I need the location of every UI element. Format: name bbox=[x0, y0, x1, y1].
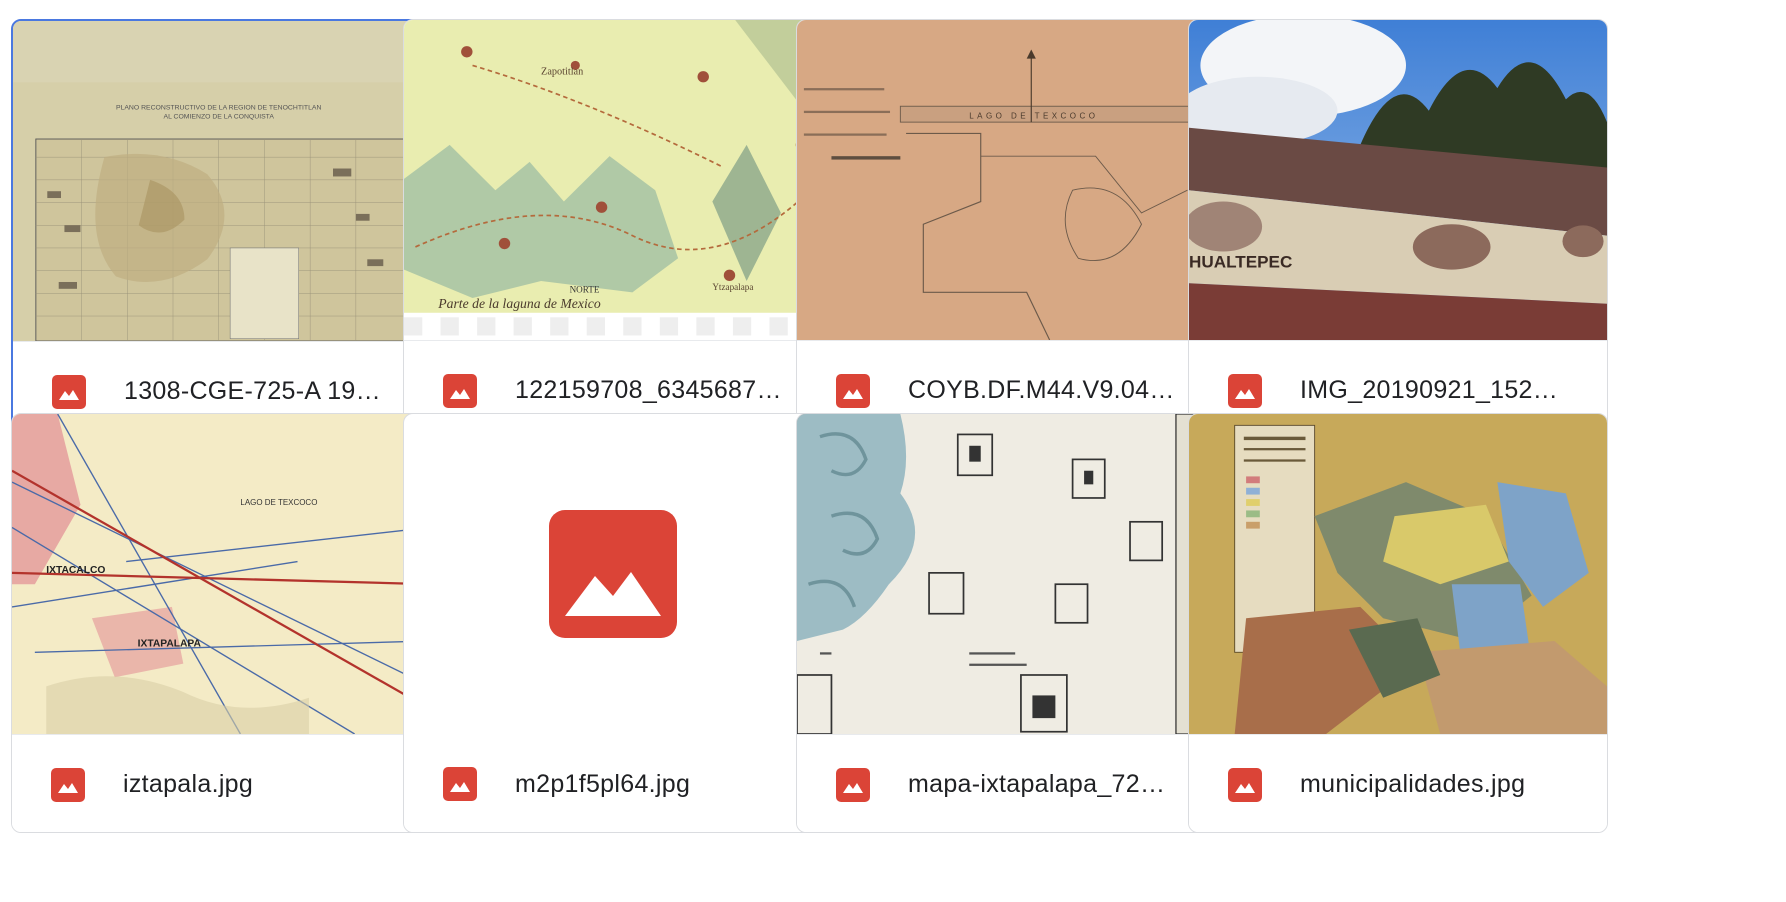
file-card[interactable]: mapa-ixtapalapa_720 … bbox=[796, 413, 1216, 833]
image-file-icon bbox=[1228, 373, 1262, 408]
thumb-caption-1: PLANO RECONSTRUCTIVO DE LA REGION DE TEN… bbox=[116, 105, 322, 112]
thumb-caption-4: Ytzapalapa bbox=[712, 282, 753, 292]
file-name: 122159708_6345687… bbox=[515, 376, 782, 404]
file-name: iztapala.jpg bbox=[123, 770, 254, 798]
image-file-icon bbox=[52, 374, 86, 409]
file-name: municipalidades.jpg bbox=[1300, 770, 1526, 798]
file-name: 1308-CGE-725-A 196… bbox=[124, 377, 394, 405]
image-file-icon bbox=[443, 767, 477, 801]
map-thumbnail: LAGO DE TEXCOCO bbox=[797, 20, 1215, 340]
file-footer: iztapala.jpg bbox=[12, 734, 430, 832]
thumb-caption-2: Parte de la laguna de Mexico bbox=[437, 296, 601, 311]
thumb-caption-2: AL COMIENZO DE LA CONQUISTA bbox=[164, 114, 275, 121]
file-thumbnail bbox=[797, 414, 1215, 734]
file-thumbnail: PLANO RECONSTRUCTIVO DE LA REGION DE TEN… bbox=[13, 21, 429, 341]
image-placeholder-icon bbox=[549, 510, 677, 638]
file-name: IMG_20190921_1529… bbox=[1300, 376, 1570, 404]
file-footer: municipalidades.jpg bbox=[1189, 734, 1607, 832]
image-file-icon bbox=[836, 373, 870, 408]
file-card[interactable]: m2p1f5pl64.jpg bbox=[403, 413, 823, 833]
map-thumbnail: Zapotitlan NORTE Parte de la laguna de M… bbox=[404, 20, 822, 340]
map-thumbnail: IXTACALCO IXTAPALAPA LAGO DE TEXCOCO bbox=[12, 414, 430, 734]
file-card[interactable]: LAGO DE TEXCOCO COYB.DF.M44.V9.049… bbox=[796, 19, 1216, 439]
thumb-caption-2: IXTAPALAPA bbox=[138, 639, 202, 650]
file-footer: m2p1f5pl64.jpg bbox=[404, 734, 822, 832]
file-card[interactable]: IXTACALCO IXTAPALAPA LAGO DE TEXCOCO izt… bbox=[11, 413, 431, 833]
thumb-caption-3: NORTE bbox=[570, 284, 600, 294]
file-thumbnail: Zapotitlan NORTE Parte de la laguna de M… bbox=[404, 20, 822, 340]
file-thumbnail: HUALTEPEC bbox=[1189, 20, 1607, 340]
photo-thumbnail: HUALTEPEC bbox=[1189, 20, 1607, 340]
file-thumbnail bbox=[404, 414, 822, 734]
file-footer: mapa-ixtapalapa_720 … bbox=[797, 734, 1215, 832]
thumb-caption-3: LAGO DE TEXCOCO bbox=[240, 498, 317, 507]
file-card[interactable]: HUALTEPEC IMG_20190921_1529… bbox=[1188, 19, 1608, 439]
map-thumbnail: PLANO RECONSTRUCTIVO DE LA REGION DE TEN… bbox=[13, 21, 429, 341]
file-card[interactable]: municipalidades.jpg bbox=[1188, 413, 1608, 833]
map-thumbnail bbox=[1189, 414, 1607, 734]
file-name: COYB.DF.M44.V9.049… bbox=[908, 376, 1178, 404]
thumb-caption-1: HUALTEPEC bbox=[1189, 252, 1292, 271]
file-name: m2p1f5pl64.jpg bbox=[515, 769, 691, 798]
thumb-caption-1: Zapotitlan bbox=[541, 66, 583, 77]
file-thumbnail: LAGO DE TEXCOCO bbox=[797, 20, 1215, 340]
file-grid: PLANO RECONSTRUCTIVO DE LA REGION DE TEN… bbox=[0, 0, 1786, 902]
image-file-icon bbox=[51, 767, 85, 802]
image-file-icon bbox=[443, 373, 477, 408]
file-card[interactable]: PLANO RECONSTRUCTIVO DE LA REGION DE TEN… bbox=[11, 19, 431, 439]
file-name: mapa-ixtapalapa_720 … bbox=[908, 770, 1178, 798]
codex-thumbnail bbox=[797, 414, 1215, 734]
thumb-caption-1: IXTACALCO bbox=[46, 565, 105, 576]
image-file-icon bbox=[1228, 767, 1262, 802]
image-file-icon bbox=[836, 767, 870, 802]
file-thumbnail: IXTACALCO IXTAPALAPA LAGO DE TEXCOCO bbox=[12, 414, 430, 734]
thumb-caption-1: LAGO DE TEXCOCO bbox=[969, 112, 1098, 121]
file-thumbnail bbox=[1189, 414, 1607, 734]
file-card[interactable]: Zapotitlan NORTE Parte de la laguna de M… bbox=[403, 19, 823, 439]
